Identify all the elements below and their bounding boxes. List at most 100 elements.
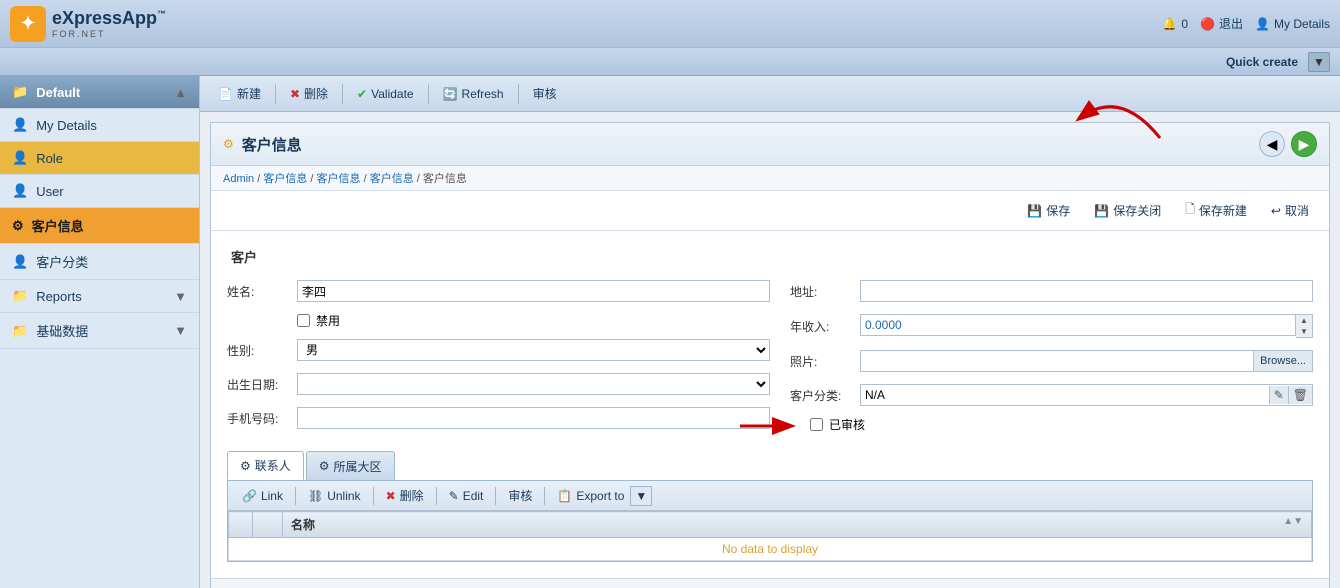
category-clear-btn[interactable]: 🗑 (1288, 386, 1312, 404)
my-details-btn[interactable]: 👤 My Details (1255, 17, 1330, 31)
top-header: ✦ eXpressApp™ FOR.NET 🔔 0 🔴 退出 👤 My Deta… (0, 0, 1340, 48)
nav-forward-button[interactable]: ▶ (1291, 131, 1317, 157)
category-row: 客户分类: ✎ 🗑 (790, 382, 1313, 408)
tab-delete-button[interactable]: ✖ 删除 (380, 485, 430, 506)
browse-button[interactable]: Browse... (1253, 351, 1312, 371)
breadcrumb-customer-info-2[interactable]: 客户信息 (317, 173, 361, 185)
user-icon: 👤 (1255, 17, 1270, 31)
link-button[interactable]: 🔗 Link (236, 487, 289, 505)
audit-checkbox[interactable] (810, 418, 823, 431)
save-icon: 💾 (1027, 204, 1042, 218)
toolbar-separator-4 (518, 84, 519, 104)
folder-icon: 📁 (12, 84, 28, 100)
tab-audit-button[interactable]: 审核 (502, 485, 538, 506)
edit-icon: ✎ (449, 489, 459, 503)
new-button[interactable]: 📄 新建 (210, 82, 269, 105)
tab-contacts[interactable]: ⚙ 联系人 (227, 451, 304, 480)
sidebar-section-default[interactable]: 📁 Default ▲ (0, 76, 199, 109)
sidebar-user-label: User (36, 184, 63, 199)
col-name-label: 名称 (291, 518, 315, 532)
form-title: 客户信息 (242, 134, 302, 155)
name-label: 姓名: (227, 283, 297, 300)
category-label: 客户分类: (790, 387, 860, 404)
chevron-up-icon: ▲ (174, 85, 187, 100)
quick-create-dropdown[interactable]: ▼ (1308, 52, 1330, 72)
category-input[interactable] (861, 386, 1269, 404)
chevron-down-icon-2: ▼ (174, 323, 187, 338)
header-right: 🔔 0 🔴 退出 👤 My Details (1162, 15, 1330, 32)
photo-input[interactable] (861, 351, 1253, 371)
photo-browse-wrapper: Browse... (860, 350, 1313, 372)
no-data-cell: No data to display (229, 538, 1312, 561)
form-grid: 姓名: 禁用 性别: 男 女 (227, 278, 1313, 439)
income-input[interactable] (860, 314, 1296, 336)
income-up-btn[interactable]: ▲ (1296, 315, 1312, 326)
unlink-button[interactable]: ⛓ Unlink (302, 487, 367, 505)
breadcrumb-admin[interactable]: Admin (223, 173, 254, 185)
breadcrumb-customer-info-3[interactable]: 客户信息 (370, 173, 414, 185)
save-new-button[interactable]: 🗋 保存新建 (1177, 197, 1255, 224)
tabs-container: ⚙ 联系人 ⚙ 所属大区 🔗 Link (227, 451, 1313, 562)
content-area: 📄 新建 ✖ 删除 ✔ Validate 🔄 Refresh 审核 (200, 76, 1340, 588)
tab-delete-icon: ✖ (386, 489, 396, 503)
logout-btn[interactable]: 🔴 退出 (1200, 15, 1243, 32)
address-input[interactable] (860, 280, 1313, 302)
quick-create-btn[interactable]: Quick create (1226, 55, 1298, 69)
app-name: eXpressApp™ (52, 8, 166, 29)
validate-icon: ✔ (357, 87, 367, 101)
category-edit-btn[interactable]: ✎ (1269, 386, 1288, 404)
tabs-body: 🔗 Link ⛓ Unlink ✖ 删除 (227, 480, 1313, 562)
sidebar-item-customer-info[interactable]: ⚙ 客户信息 (0, 208, 199, 244)
delete-button[interactable]: ✖ 删除 (282, 82, 336, 105)
second-header: Quick create ▼ (0, 48, 1340, 76)
income-down-btn[interactable]: ▼ (1296, 326, 1312, 337)
income-spinner: ▲ ▼ (1296, 314, 1313, 338)
sidebar-item-my-details[interactable]: 👤 My Details (0, 109, 199, 142)
sidebar-item-role[interactable]: 👤 Role (0, 142, 199, 175)
tab-region[interactable]: ⚙ 所属大区 (306, 451, 395, 480)
sidebar-item-reports[interactable]: 📁 Reports ▼ (0, 280, 199, 313)
save-close-button[interactable]: 💾 保存关闭 (1086, 199, 1169, 222)
gender-select[interactable]: 男 女 (297, 339, 770, 361)
validate-button[interactable]: ✔ Validate (349, 84, 422, 104)
sidebar-role-label: Role (36, 151, 63, 166)
sort-arrows[interactable]: ▲▼ (1283, 516, 1303, 527)
tab-sep-3 (436, 487, 437, 505)
cancel-button[interactable]: ↩ 取消 (1263, 199, 1317, 222)
reports-icon: 📁 (12, 288, 28, 304)
user-icon: 👤 (12, 117, 28, 133)
export-button[interactable]: 📋 Export to (551, 487, 630, 505)
audit-button[interactable]: 审核 (525, 82, 565, 105)
sidebar-customer-category-label: 客户分类 (36, 252, 88, 271)
tabs-header: ⚙ 联系人 ⚙ 所属大区 (227, 451, 1313, 480)
toolbar-separator-3 (428, 84, 429, 104)
save-toolbar: 💾 保存 💾 保存关闭 🗋 保存新建 ↩ 取消 (211, 191, 1329, 231)
new-icon: 📄 (218, 87, 233, 101)
breadcrumb-customer-info-1[interactable]: 客户信息 (263, 173, 307, 185)
category-icon: 👤 (12, 254, 28, 270)
logo-area: ✦ eXpressApp™ FOR.NET (10, 6, 166, 42)
sidebar-item-user[interactable]: 👤 User (0, 175, 199, 208)
bottom-save-bar: 💾 保存 💾 保存关闭 🗋 保存新建 ↩ 取消 (211, 578, 1329, 588)
sidebar: 📁 Default ▲ 👤 My Details 👤 Role 👤 User ⚙… (0, 76, 200, 588)
mobile-input[interactable] (297, 407, 770, 429)
mobile-label: 手机号码: (227, 410, 297, 427)
settings-icon: ⚙ (12, 218, 24, 234)
audit-container: 已审核 (790, 416, 1313, 433)
edit-button[interactable]: ✎ Edit (443, 487, 490, 505)
export-icon: 📋 (557, 489, 572, 503)
export-dropdown: 📋 Export to ▼ (551, 486, 652, 506)
export-dropdown-btn[interactable]: ▼ (630, 486, 652, 506)
sidebar-item-base-data[interactable]: 📁 基础数据 ▼ (0, 313, 199, 349)
save-button[interactable]: 💾 保存 (1019, 199, 1078, 222)
nav-back-button[interactable]: ◀ (1259, 131, 1285, 157)
toolbar-separator-1 (275, 84, 276, 104)
birth-input[interactable] (297, 373, 770, 395)
gender-label: 性别: (227, 342, 297, 359)
income-row: 年收入: ▲ ▼ (790, 312, 1313, 340)
name-input[interactable] (297, 280, 770, 302)
sidebar-item-customer-category[interactable]: 👤 客户分类 (0, 244, 199, 280)
notifications-btn[interactable]: 🔔 0 (1162, 17, 1188, 31)
refresh-button[interactable]: 🔄 Refresh (435, 84, 512, 104)
disabled-checkbox[interactable] (297, 314, 310, 327)
